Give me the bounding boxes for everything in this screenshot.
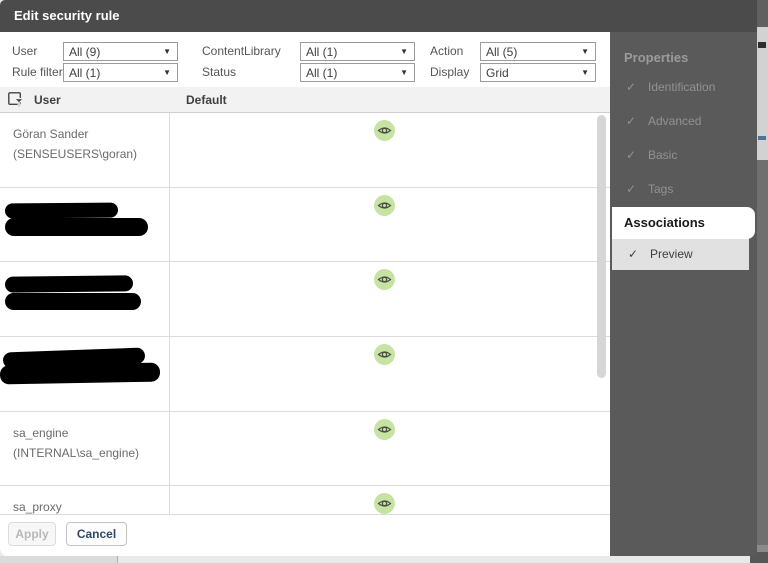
column-header-default: Default — [186, 93, 227, 107]
sidebar-item-advanced[interactable]: ✓ Advanced — [610, 111, 757, 131]
user-directory: (SENSEUSERS\goran) — [13, 147, 138, 161]
dialog-title-bar: Edit security rule — [0, 0, 757, 32]
column-filter-icon[interactable] — [8, 92, 24, 108]
dropdown-arrow-icon: ▼ — [400, 67, 408, 77]
dropdown-arrow-icon: ▼ — [400, 46, 408, 56]
sidebar-item-label: Identification — [648, 80, 716, 94]
page-behind-right-edge-dark — [757, 160, 768, 545]
user-filter-label: User — [12, 44, 38, 58]
user-cell: Göran Sander (SENSEUSERS\goran) — [0, 113, 170, 187]
table-row — [0, 187, 610, 263]
action-filter-label: Action — [430, 44, 464, 58]
properties-heading: Properties — [624, 50, 689, 65]
status-filter-label: Status — [202, 65, 237, 79]
page-behind-sidebar-edge — [0, 556, 118, 563]
user-name: sa_proxy — [13, 500, 62, 514]
read-access-eye-icon — [374, 194, 395, 216]
table-scrollbar-thumb[interactable] — [597, 115, 606, 378]
read-access-eye-icon — [374, 493, 395, 514]
sidebar-item-label: Advanced — [648, 114, 702, 128]
grid-header: User Default — [0, 87, 610, 113]
properties-sidebar: Properties ✓ Identification ✓ Advanced ✓… — [610, 32, 757, 556]
dropdown-arrow-icon: ▼ — [163, 46, 171, 56]
check-icon: ✓ — [626, 80, 637, 94]
user-filter-select[interactable]: All (9) ▼ — [63, 42, 178, 61]
column-header-user: User — [34, 93, 61, 107]
table-row: sa_proxy — [0, 486, 610, 514]
sidebar-item-identification[interactable]: ✓ Identification — [610, 77, 757, 97]
read-access-eye-icon — [374, 344, 395, 366]
status-filter-select[interactable]: All (1) ▼ — [300, 63, 415, 82]
display-filter-select[interactable]: Grid ▼ — [480, 63, 596, 82]
rule-filter-label: Rule filter — [12, 65, 63, 79]
check-icon: ✓ — [626, 182, 637, 196]
dropdown-arrow-icon: ▼ — [581, 46, 589, 56]
dropdown-arrow-icon: ▼ — [163, 67, 171, 77]
redaction-bar — [5, 217, 148, 236]
redaction-bar — [4, 202, 119, 219]
table-row — [0, 337, 610, 412]
check-icon: ✓ — [626, 114, 637, 128]
contentlibrary-filter-value: All (1) — [306, 44, 338, 59]
rule-filter-select[interactable]: All (1) ▼ — [63, 63, 178, 82]
sidebar-item-label: Preview — [650, 247, 693, 261]
redaction-bar — [0, 362, 161, 385]
action-filter-value: All (5) — [486, 44, 518, 59]
page-behind-right-edge-top — [757, 0, 768, 27]
edit-security-rule-dialog: User All (9) ▼ ContentLibrary All (1) ▼ … — [0, 32, 610, 556]
table-row: Göran Sander (SENSEUSERS\goran) — [0, 113, 610, 188]
apply-button[interactable]: Apply — [8, 522, 56, 546]
user-directory: (INTERNAL\sa_engine) — [13, 445, 140, 460]
preview-grid: Göran Sander (SENSEUSERS\goran) sa_engin… — [0, 113, 610, 514]
dialog-title: Edit security rule — [14, 8, 120, 23]
status-filter-value: All (1) — [306, 65, 338, 80]
redaction-bar — [5, 293, 141, 311]
action-filter-select[interactable]: All (5) ▼ — [480, 42, 596, 61]
contentlibrary-filter-label: ContentLibrary — [202, 44, 281, 58]
dialog-footer: Apply Cancel — [0, 514, 610, 556]
cancel-button[interactable]: Cancel — [66, 522, 127, 546]
page-behind-text-fragment — [758, 42, 766, 48]
user-filter-value: All (9) — [69, 44, 101, 59]
display-filter-value: Grid — [486, 65, 509, 80]
sidebar-item-tags[interactable]: ✓ Tags — [610, 179, 757, 199]
dropdown-arrow-icon: ▼ — [581, 67, 589, 77]
display-filter-label: Display — [430, 65, 470, 79]
sidebar-item-basic[interactable]: ✓ Basic — [610, 145, 757, 165]
sidebar-item-label: Tags — [648, 182, 674, 196]
user-name: sa_engine — [13, 425, 69, 440]
contentlibrary-filter-select[interactable]: All (1) ▼ — [300, 42, 415, 61]
table-row: sa_engine (INTERNAL\sa_engine) — [0, 411, 610, 487]
sidebar-item-associations-active[interactable]: Associations — [612, 207, 755, 239]
check-icon: ✓ — [628, 247, 639, 261]
user-cell: sa_engine (INTERNAL\sa_engine) — [0, 411, 170, 486]
check-icon: ✓ — [626, 148, 637, 162]
read-access-eye-icon — [374, 418, 395, 440]
sidebar-item-label: Basic — [648, 148, 678, 162]
page-behind-link-fragment — [758, 136, 766, 140]
table-row — [0, 262, 610, 338]
rule-filter-value: All (1) — [69, 65, 101, 80]
redaction-bar — [4, 275, 134, 294]
user-name: Göran Sander — [13, 127, 89, 141]
read-access-eye-icon — [374, 120, 395, 141]
read-access-eye-icon — [374, 269, 395, 291]
user-cell: sa_proxy — [0, 486, 170, 514]
sidebar-item-preview[interactable]: ✓ Preview — [612, 239, 749, 270]
